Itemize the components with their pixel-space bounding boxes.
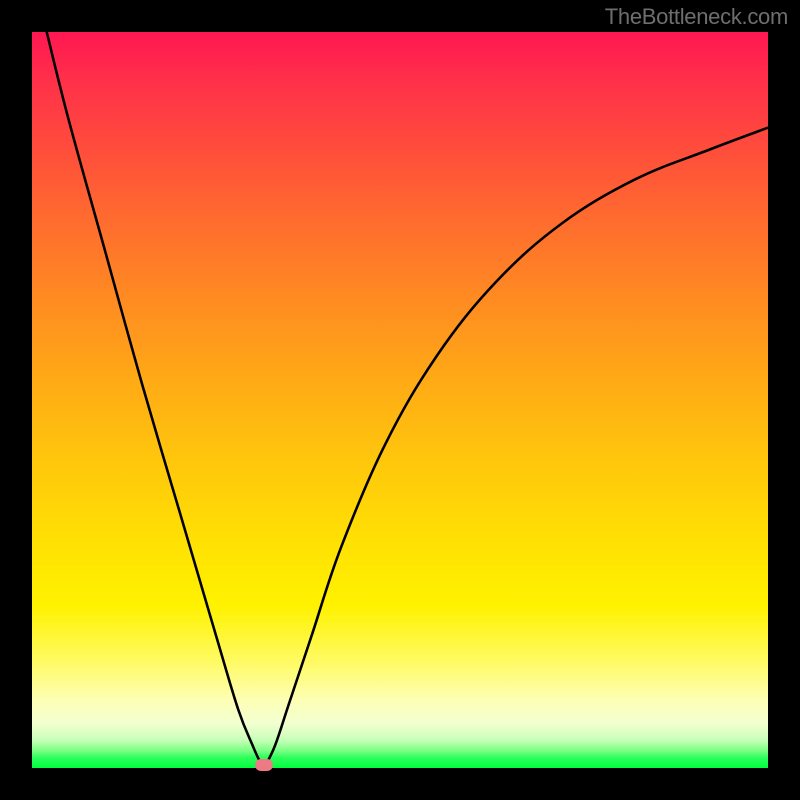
chart-frame: TheBottleneck.com [0,0,800,800]
watermark-text: TheBottleneck.com [605,4,788,30]
optimal-point-marker [255,759,273,771]
chart-gradient-background [32,32,768,768]
